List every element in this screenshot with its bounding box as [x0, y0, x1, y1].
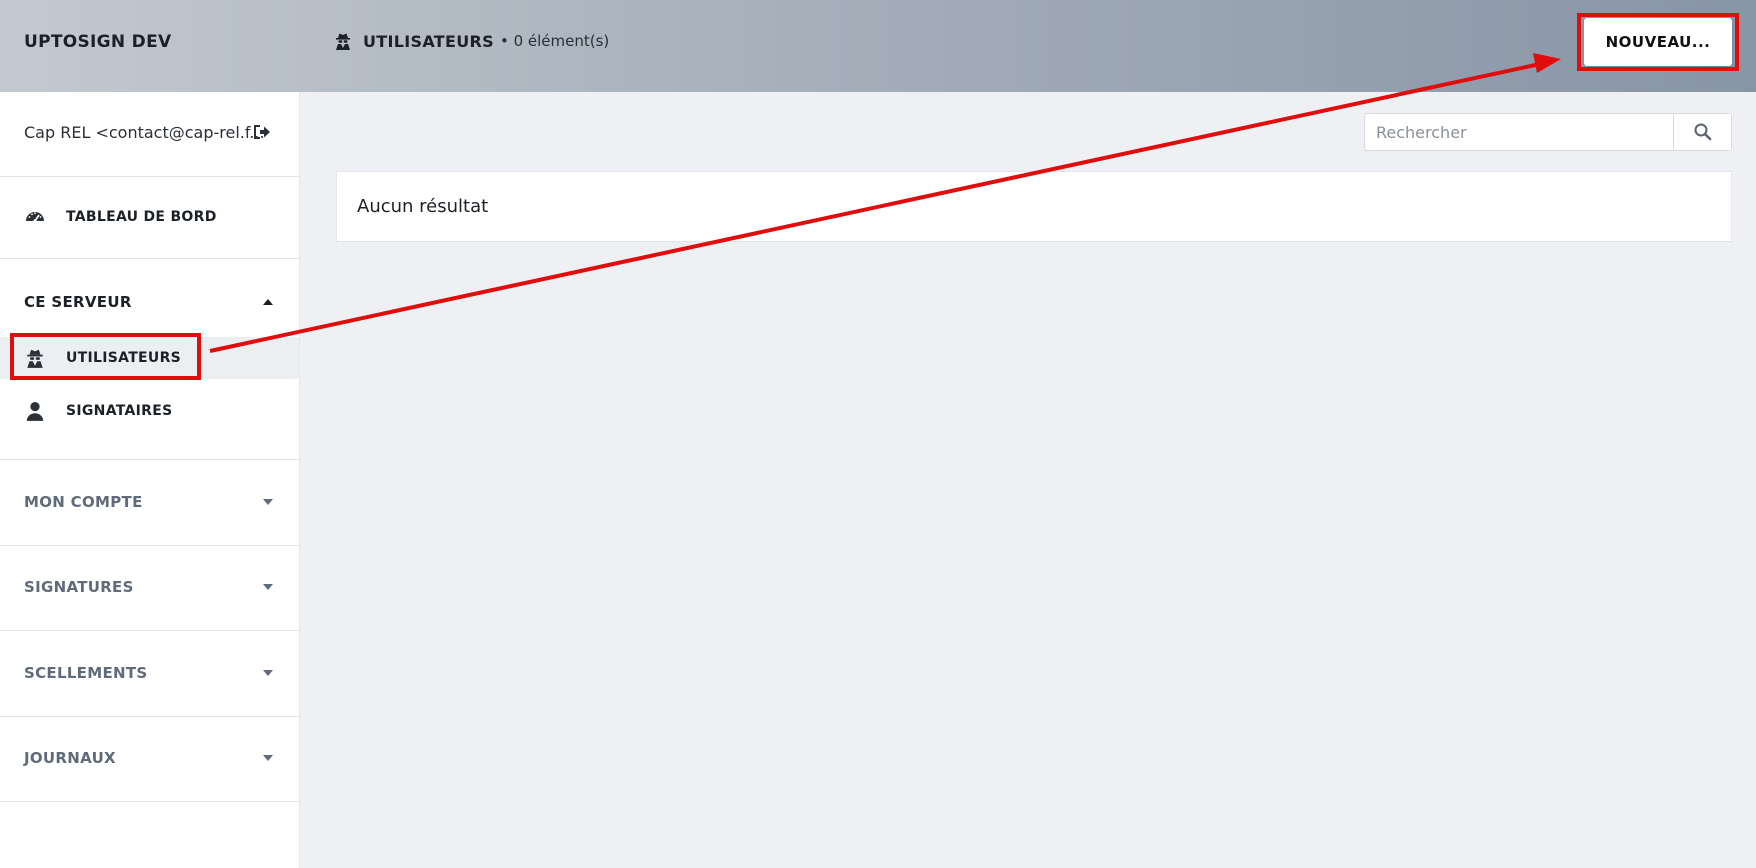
search-button[interactable] [1673, 114, 1731, 150]
divider [0, 801, 299, 802]
page-title: UTILISATEURS [363, 31, 494, 51]
divider [0, 630, 299, 631]
section-label: JOURNAUX [24, 749, 116, 767]
section-signatures[interactable]: SIGNATURES [0, 567, 299, 607]
new-button-highlight [1577, 13, 1739, 71]
search-input[interactable] [1365, 114, 1673, 150]
sign-out-icon[interactable] [252, 122, 272, 142]
empty-results-text: Aucun résultat [357, 196, 489, 217]
section-scellements[interactable]: SCELLEMENTS [0, 653, 299, 693]
section-label: MON COMPTE [24, 493, 143, 511]
item-count: • 0 élément(s) [499, 32, 610, 50]
user-secret-icon [336, 33, 350, 50]
user-icon [26, 401, 44, 421]
sidebar-item-dashboard[interactable]: TABLEAU DE BORD [0, 196, 299, 238]
current-user: Cap REL <contact@cap-rel.f... [0, 92, 299, 177]
section-label: SCELLEMENTS [24, 664, 148, 682]
chevron-up-icon [263, 299, 273, 305]
search-icon [1694, 123, 1711, 141]
section-label: SIGNATURES [24, 578, 134, 596]
section-mon-compte[interactable]: MON COMPTE [0, 482, 299, 522]
section-label: CE SERVEUR [24, 293, 132, 311]
divider [0, 545, 299, 546]
divider [0, 459, 299, 460]
page-header: UTILISATEURS • 0 élément(s) [333, 31, 609, 51]
tachometer-icon [26, 212, 44, 223]
user-label: Cap REL <contact@cap-rel.f... [24, 123, 265, 142]
chevron-down-icon [263, 499, 273, 505]
search-bar [1364, 113, 1732, 151]
sidebar-item-dashboard-label: TABLEAU DE BORD [66, 209, 217, 225]
results-panel: Aucun résultat [336, 171, 1732, 242]
divider [0, 258, 299, 259]
users-item-highlight [10, 333, 201, 380]
chevron-down-icon [263, 670, 273, 676]
app-title: UPTOSIGN DEV [24, 32, 172, 52]
chevron-down-icon [263, 755, 273, 761]
divider [0, 716, 299, 717]
chevron-down-icon [263, 584, 273, 590]
sidebar-item-signers[interactable]: SIGNATAIRES [0, 390, 299, 432]
top-header: UPTOSIGN DEV UTILISATEURS • 0 élément(s)… [0, 0, 1756, 92]
section-ce-serveur[interactable]: CE SERVEUR [0, 282, 299, 322]
sidebar: Cap REL <contact@cap-rel.f... TABLEAU DE… [0, 92, 300, 868]
section-journaux[interactable]: JOURNAUX [0, 738, 299, 778]
sidebar-item-signers-label: SIGNATAIRES [66, 403, 173, 419]
